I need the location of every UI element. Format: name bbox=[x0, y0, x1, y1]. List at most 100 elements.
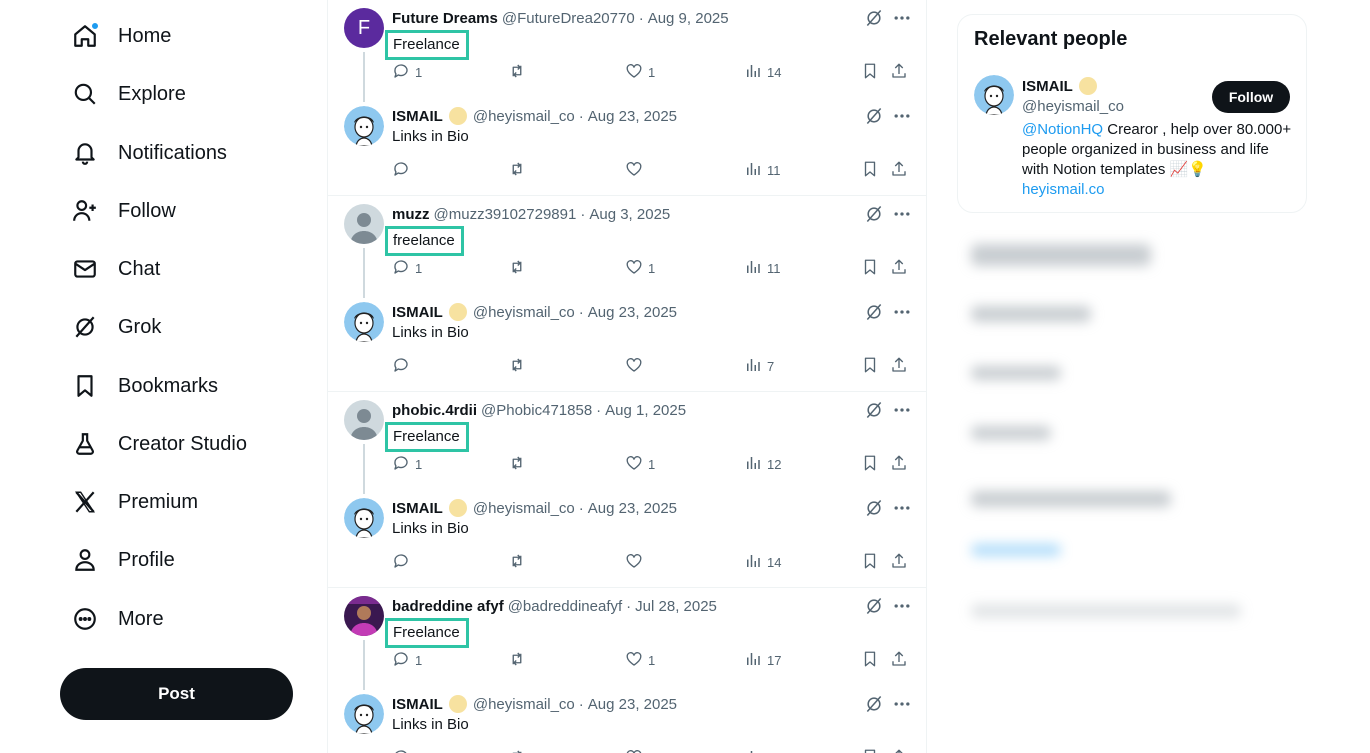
more-options-icon[interactable] bbox=[892, 106, 912, 131]
more-options-icon[interactable] bbox=[892, 8, 912, 33]
reply-button[interactable] bbox=[392, 160, 410, 180]
user-name[interactable]: muzz bbox=[392, 206, 430, 223]
nav-home[interactable]: Home bbox=[70, 14, 171, 58]
views-button[interactable]: 11 bbox=[744, 258, 781, 278]
reply-button[interactable]: 1 bbox=[392, 650, 422, 670]
share-button[interactable] bbox=[890, 650, 908, 670]
nav-more[interactable]: More bbox=[70, 597, 164, 641]
tweet[interactable]: ISMAIL @heyismail_co · Aug 23, 2025 Links in… bbox=[328, 294, 926, 392]
bookmark-button[interactable] bbox=[861, 650, 879, 670]
user-name[interactable]: phobic.4rdii bbox=[392, 402, 477, 419]
avatar[interactable] bbox=[974, 75, 1014, 115]
share-button[interactable] bbox=[890, 62, 908, 82]
nav-chat[interactable]: Chat bbox=[70, 247, 160, 291]
grok-icon[interactable] bbox=[864, 498, 884, 523]
share-button[interactable] bbox=[890, 258, 908, 278]
grok-icon[interactable] bbox=[864, 694, 884, 719]
nav-premium[interactable]: Premium bbox=[70, 480, 198, 524]
bio-mention-link[interactable]: @NotionHQ bbox=[1022, 121, 1103, 138]
follow-button[interactable]: Follow bbox=[1212, 81, 1290, 113]
avatar[interactable] bbox=[344, 106, 384, 146]
tweet[interactable]: phobic.4rdii @Phobic471858 · Aug 1, 2025 Fre… bbox=[328, 392, 926, 494]
reply-button[interactable] bbox=[392, 552, 410, 572]
tweet-date[interactable]: Aug 3, 2025 bbox=[589, 206, 670, 223]
tweet-date[interactable]: Aug 9, 2025 bbox=[648, 10, 729, 27]
nav-notifications[interactable]: Notifications bbox=[70, 131, 227, 175]
bookmark-button[interactable] bbox=[861, 160, 879, 180]
tweet[interactable]: muzz @muzz39102729891 · Aug 3, 2025 freelanc… bbox=[328, 196, 926, 298]
more-options-icon[interactable] bbox=[892, 596, 912, 621]
grok-icon[interactable] bbox=[864, 106, 884, 131]
tweet[interactable]: ISMAIL @heyismail_co · Aug 23, 2025 Links in… bbox=[328, 98, 926, 196]
like-button[interactable] bbox=[625, 160, 643, 180]
retweet-button[interactable] bbox=[508, 552, 526, 572]
user-handle[interactable]: @badreddineafyf bbox=[508, 598, 622, 615]
views-button[interactable]: 17 bbox=[744, 650, 781, 670]
retweet-button[interactable] bbox=[508, 650, 526, 670]
grok-icon[interactable] bbox=[864, 204, 884, 229]
views-button[interactable]: 12 bbox=[744, 454, 781, 474]
user-name[interactable]: badreddine afyf bbox=[392, 598, 504, 615]
user-handle[interactable]: @heyismail_co bbox=[473, 304, 575, 321]
tweet-date[interactable]: Jul 28, 2025 bbox=[635, 598, 717, 615]
like-button[interactable] bbox=[625, 356, 643, 376]
more-options-icon[interactable] bbox=[892, 400, 912, 425]
nav-profile[interactable]: Profile bbox=[70, 538, 175, 582]
bookmark-button[interactable] bbox=[861, 258, 879, 278]
nav-creator-studio[interactable]: Creator Studio bbox=[70, 422, 247, 466]
share-button[interactable] bbox=[890, 552, 908, 572]
more-options-icon[interactable] bbox=[892, 204, 912, 229]
like-button[interactable]: 1 bbox=[625, 62, 655, 82]
retweet-button[interactable] bbox=[508, 62, 526, 82]
share-button[interactable] bbox=[890, 160, 908, 180]
bookmark-button[interactable] bbox=[861, 748, 879, 753]
user-handle[interactable]: @heyismail_co bbox=[473, 696, 575, 713]
retweet-button[interactable] bbox=[508, 748, 526, 753]
like-button[interactable] bbox=[625, 748, 643, 753]
bookmark-button[interactable] bbox=[861, 62, 879, 82]
retweet-button[interactable] bbox=[508, 258, 526, 278]
nav-follow[interactable]: Follow bbox=[70, 189, 176, 233]
avatar[interactable] bbox=[344, 694, 384, 734]
like-button[interactable]: 1 bbox=[625, 650, 655, 670]
views-button[interactable] bbox=[744, 748, 767, 753]
more-options-icon[interactable] bbox=[892, 694, 912, 719]
avatar[interactable]: F bbox=[344, 8, 384, 48]
views-button[interactable]: 7 bbox=[744, 356, 774, 376]
retweet-button[interactable] bbox=[508, 356, 526, 376]
grok-icon[interactable] bbox=[864, 596, 884, 621]
relevant-person-name[interactable]: ISMAIL bbox=[1022, 77, 1099, 95]
bookmark-button[interactable] bbox=[861, 356, 879, 376]
tweet-date[interactable]: Aug 1, 2025 bbox=[605, 402, 686, 419]
tweet-date[interactable]: Aug 23, 2025 bbox=[588, 500, 677, 517]
avatar[interactable] bbox=[344, 596, 384, 636]
user-handle[interactable]: @Phobic471858 bbox=[481, 402, 592, 419]
post-button[interactable]: Post bbox=[60, 668, 293, 720]
grok-icon[interactable] bbox=[864, 302, 884, 327]
views-button[interactable]: 14 bbox=[744, 62, 781, 82]
avatar[interactable] bbox=[344, 498, 384, 538]
bio-website-link[interactable]: heyismail.co bbox=[1022, 181, 1105, 198]
tweet-date[interactable]: Aug 23, 2025 bbox=[588, 304, 677, 321]
avatar[interactable] bbox=[344, 400, 384, 440]
views-button[interactable]: 14 bbox=[744, 552, 781, 572]
tweet[interactable]: ISMAIL @heyismail_co · Aug 23, 2025 Links in… bbox=[328, 490, 926, 588]
grok-icon[interactable] bbox=[864, 8, 884, 33]
share-button[interactable] bbox=[890, 454, 908, 474]
tweet-date[interactable]: Aug 23, 2025 bbox=[588, 108, 677, 125]
nav-bookmarks[interactable]: Bookmarks bbox=[70, 364, 218, 408]
user-handle[interactable]: @heyismail_co bbox=[473, 108, 575, 125]
views-button[interactable]: 11 bbox=[744, 160, 781, 180]
tweet[interactable]: badreddine afyf @badreddineafyf · Jul 28, 2… bbox=[328, 588, 926, 690]
user-name[interactable]: Future Dreams bbox=[392, 10, 498, 27]
user-name[interactable]: ISMAIL bbox=[392, 108, 443, 125]
like-button[interactable]: 1 bbox=[625, 258, 655, 278]
nav-grok[interactable]: Grok bbox=[70, 305, 161, 349]
tweet[interactable]: F Future Dreams @FutureDrea20770 · Aug 9, 20… bbox=[328, 0, 926, 102]
user-name[interactable]: ISMAIL bbox=[392, 500, 443, 517]
avatar[interactable] bbox=[344, 302, 384, 342]
user-handle[interactable]: @muzz39102729891 bbox=[434, 206, 577, 223]
tweet[interactable]: ISMAIL @heyismail_co · Aug 23, 2025 Links in… bbox=[328, 686, 926, 753]
retweet-button[interactable] bbox=[508, 160, 526, 180]
like-button[interactable]: 1 bbox=[625, 454, 655, 474]
